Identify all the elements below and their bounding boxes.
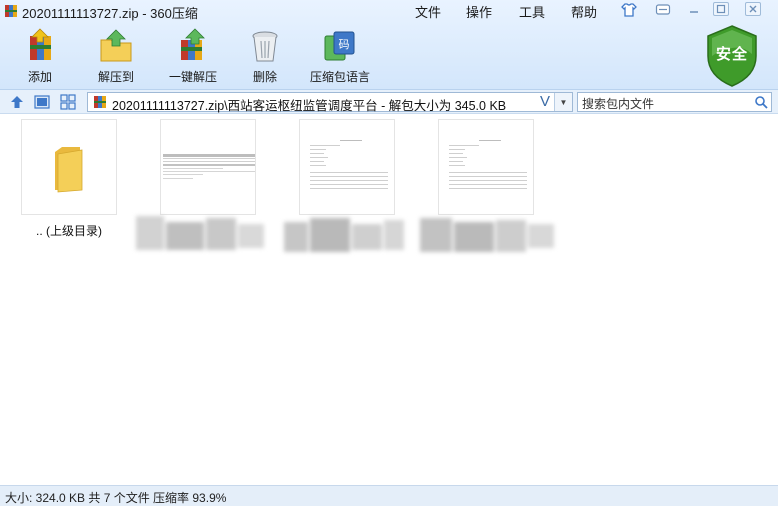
add-label: 添加 xyxy=(27,70,52,84)
one-click-extract-label: 一键解压 xyxy=(168,70,217,84)
toolbar-region: 20201111113727.zip - 360压缩 文件 操作 工具 帮助 添… xyxy=(0,0,778,90)
archive-language-button[interactable]: 码 压缩包语言 xyxy=(305,28,375,86)
skin-icon[interactable] xyxy=(620,2,638,18)
security-badge-label: 安全 xyxy=(715,46,748,63)
address-history-icon[interactable]: V xyxy=(540,93,550,110)
delete-label: 删除 xyxy=(252,70,277,84)
add-icon xyxy=(30,28,51,60)
document-thumbnail xyxy=(160,119,256,215)
add-button[interactable]: 添加 xyxy=(5,28,75,86)
window-title: 20201111113727.zip - 360压缩 xyxy=(22,6,198,21)
menu-file[interactable]: 文件 xyxy=(415,2,441,21)
title-bar: 20201111113727.zip - 360压缩 文件 操作 工具 帮助 xyxy=(0,0,778,22)
svg-text:码: 码 xyxy=(339,38,350,51)
menu-operation[interactable]: 操作 xyxy=(466,2,492,21)
status-bar: 大小: 324.0 KB 共 7 个文件 压缩率 93.9% xyxy=(0,485,778,506)
maximize-icon[interactable] xyxy=(713,2,729,16)
document-preview-icon xyxy=(163,154,255,179)
zip-file-icon xyxy=(94,96,106,108)
code-icon: 码 xyxy=(324,31,355,61)
extract-to-button[interactable]: 解压到 xyxy=(81,28,151,86)
list-view-icon[interactable] xyxy=(33,93,51,111)
folder-icon xyxy=(55,147,83,193)
delete-button[interactable]: 删除 xyxy=(230,28,300,86)
close-icon[interactable] xyxy=(745,2,761,16)
search-placeholder: 搜索包内文件 xyxy=(582,97,655,111)
document-preview-icon xyxy=(310,140,388,189)
folder-up-icon xyxy=(100,29,132,62)
one-click-extract-icon xyxy=(181,28,205,60)
one-click-extract-button[interactable]: 一键解压 xyxy=(158,28,228,86)
document-thumbnail xyxy=(438,119,534,215)
chevron-down-icon[interactable]: ▼ xyxy=(554,93,572,111)
feedback-icon[interactable] xyxy=(654,2,672,18)
address-path: 20201111113727.zip\西站客运枢纽监管调度平台 - 解包大小为 … xyxy=(112,99,507,113)
file-list[interactable]: .. (上级目录) xyxy=(0,115,778,485)
status-text: 大小: 324.0 KB 共 7 个文件 压缩率 93.9% xyxy=(5,491,227,505)
file-name: .. (上级目录) xyxy=(36,224,102,238)
search-input[interactable]: 搜索包内文件 xyxy=(577,92,772,112)
menu-help[interactable]: 帮助 xyxy=(571,2,597,21)
address-bar-row: 20201111113727.zip\西站客运枢纽监管调度平台 - 解包大小为 … xyxy=(0,90,778,114)
trash-icon xyxy=(252,31,278,62)
archive-language-label: 压缩包语言 xyxy=(309,70,370,84)
document-thumbnail xyxy=(299,119,395,215)
grid-view-icon[interactable] xyxy=(59,93,77,111)
extract-to-label: 解压到 xyxy=(97,70,134,84)
document-preview-icon xyxy=(449,140,527,189)
redacted-filenames xyxy=(136,216,554,252)
minimize-icon[interactable] xyxy=(685,2,703,18)
address-bar[interactable]: 20201111113727.zip\西站客运枢纽监管调度平台 - 解包大小为 … xyxy=(87,92,573,113)
up-arrow-icon[interactable] xyxy=(8,93,26,111)
list-item[interactable]: .. (上级目录) xyxy=(21,119,117,239)
search-icon[interactable] xyxy=(754,95,768,109)
menu-tools[interactable]: 工具 xyxy=(519,2,545,21)
app-icon xyxy=(5,5,17,17)
parent-folder-thumbnail xyxy=(21,119,117,215)
